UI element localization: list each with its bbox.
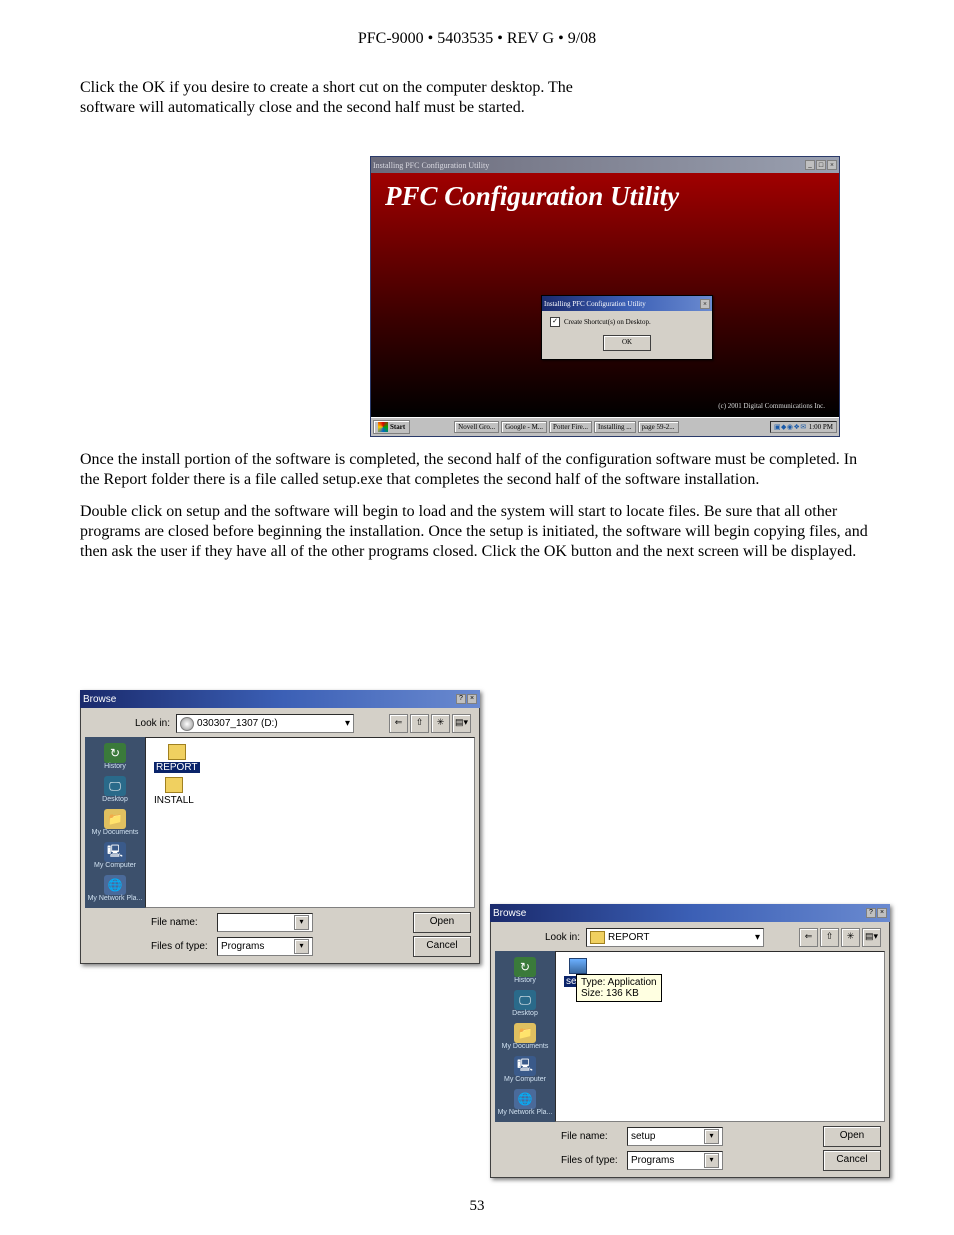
places-bar: ↻History 🖵Desktop 📁My Documents 🖳My Comp… — [85, 737, 145, 908]
new-folder-icon[interactable]: ✳ — [841, 928, 860, 947]
lookin-dropdown[interactable]: 030307_1307 (D:) ▾ — [176, 714, 354, 733]
taskbar: Start Novell Gro... Google - M... Potter… — [371, 417, 839, 436]
inner-dialog-titlebar: Installing PFC Configuration Utility × — [542, 296, 712, 311]
file-tooltip: Type: Application Size: 136 KB — [576, 974, 662, 1002]
back-icon[interactable]: ⇐ — [799, 928, 818, 947]
browse1-title: Browse — [83, 694, 116, 705]
close-icon[interactable]: × — [700, 299, 710, 309]
folder-icon — [168, 744, 186, 760]
filetype-dropdown[interactable]: Programs▾ — [627, 1151, 723, 1170]
inner-dialog: Installing PFC Configuration Utility × ✓… — [541, 295, 713, 360]
tray-icons: ▣◆◉❖✉ — [774, 423, 807, 431]
close-icon[interactable]: × — [827, 160, 837, 170]
filetype-label: Files of type: — [151, 941, 211, 952]
installer-window-title: Installing PFC Configuration Utility — [373, 161, 489, 170]
chevron-down-icon[interactable]: ▾ — [294, 915, 309, 930]
system-tray: ▣◆◉❖✉ 1:00 PM — [770, 421, 837, 433]
start-button[interactable]: Start — [373, 420, 410, 434]
place-history[interactable]: ↻History — [85, 741, 145, 772]
file-list-area[interactable]: setup Type: Application Size: 136 KB — [555, 951, 885, 1122]
paragraph-3: Double click on setup and the software w… — [80, 502, 874, 562]
ok-button[interactable]: OK — [603, 335, 651, 351]
folder-report[interactable]: REPORT — [150, 742, 204, 775]
screenshot-installer: Installing PFC Configuration Utility _ □… — [370, 156, 840, 437]
taskbar-item[interactable]: page 59-2... — [638, 421, 679, 433]
page-number: 53 — [0, 1198, 954, 1215]
copyright-text: (c) 2001 Digital Communications Inc. — [385, 402, 825, 410]
filetype-label: Files of type: — [561, 1155, 621, 1166]
help-icon[interactable]: ? — [866, 908, 876, 918]
taskbar-item[interactable]: Google - M... — [501, 421, 547, 433]
cancel-button[interactable]: Cancel — [413, 936, 471, 957]
help-icon[interactable]: ? — [456, 694, 466, 704]
views-icon[interactable]: ▤▾ — [452, 714, 471, 733]
screenshot-browse-cd: Browse ? × Look in: 030307_1307 (D:) ▾ ⇐… — [80, 690, 480, 964]
lookin-dropdown[interactable]: REPORT ▾ — [586, 928, 764, 947]
up-one-level-icon[interactable]: ⇧ — [820, 928, 839, 947]
taskbar-item[interactable]: Potter Fire... — [549, 421, 592, 433]
chevron-down-icon[interactable]: ▾ — [704, 1153, 719, 1168]
places-bar: ↻History 🖵Desktop 📁My Documents 🖳My Comp… — [495, 951, 555, 1122]
close-icon[interactable]: × — [467, 694, 477, 704]
shortcut-checkbox-label: Create Shortcut(s) on Desktop. — [564, 318, 651, 326]
views-icon[interactable]: ▤▾ — [862, 928, 881, 947]
shortcut-checkbox[interactable]: ✓ — [550, 317, 560, 327]
place-mynetwork[interactable]: 🌐My Network Pla... — [85, 873, 145, 904]
filename-label: File name: — [561, 1131, 621, 1142]
lookin-value: 030307_1307 (D:) — [197, 718, 278, 729]
open-button[interactable]: Open — [823, 1126, 881, 1147]
taskbar-item[interactable]: Installing ... — [594, 421, 635, 433]
filename-label: File name: — [151, 917, 211, 928]
folder-icon — [590, 931, 605, 944]
application-icon — [569, 958, 587, 974]
place-mycomputer[interactable]: 🖳My Computer — [85, 840, 145, 871]
cancel-button[interactable]: Cancel — [823, 1150, 881, 1171]
browse1-titlebar: Browse ? × — [80, 690, 480, 708]
taskbar-item[interactable]: Novell Gro... — [454, 421, 499, 433]
up-one-level-icon[interactable]: ⇧ — [410, 714, 429, 733]
place-desktop[interactable]: 🖵Desktop — [495, 988, 555, 1019]
inner-dialog-title: Installing PFC Configuration Utility — [544, 300, 646, 308]
screenshot-browse-report: Browse ? × Look in: REPORT ▾ ⇐ ⇧ ✳ ▤▾ — [490, 904, 890, 1178]
installer-heading: PFC Configuration Utility — [385, 181, 825, 212]
filetype-dropdown[interactable]: Programs▾ — [217, 937, 313, 956]
installer-window-titlebar: Installing PFC Configuration Utility _ □… — [371, 157, 839, 173]
maximize-icon[interactable]: □ — [816, 160, 826, 170]
chevron-down-icon[interactable]: ▾ — [704, 1129, 719, 1144]
minimize-icon[interactable]: _ — [805, 160, 815, 170]
close-icon[interactable]: × — [877, 908, 887, 918]
file-list-area[interactable]: REPORT INSTALL — [145, 737, 475, 908]
folder-install[interactable]: INSTALL — [150, 775, 198, 808]
place-mycomputer[interactable]: 🖳My Computer — [495, 1054, 555, 1085]
chevron-down-icon[interactable]: ▾ — [294, 939, 309, 954]
paragraph-2: Once the install portion of the software… — [80, 450, 874, 490]
folder-icon — [165, 777, 183, 793]
browse2-titlebar: Browse ? × — [490, 904, 890, 922]
new-folder-icon[interactable]: ✳ — [431, 714, 450, 733]
filename-field[interactable]: setup▾ — [627, 1127, 723, 1146]
filename-field[interactable]: ▾ — [217, 913, 313, 932]
windows-logo-icon — [378, 422, 388, 432]
doc-header: PFC-9000 • 5403535 • REV G • 9/08 — [80, 30, 874, 48]
open-button[interactable]: Open — [413, 912, 471, 933]
lookin-value: REPORT — [608, 932, 650, 943]
lookin-label: Look in: — [135, 718, 170, 729]
place-history[interactable]: ↻History — [495, 955, 555, 986]
paragraph-1: Click the OK if you desire to create a s… — [80, 78, 600, 118]
lookin-label: Look in: — [545, 932, 580, 943]
place-mydocuments[interactable]: 📁My Documents — [85, 807, 145, 838]
place-mydocuments[interactable]: 📁My Documents — [495, 1021, 555, 1052]
cd-drive-icon — [180, 717, 194, 731]
browse2-title: Browse — [493, 908, 526, 919]
place-mynetwork[interactable]: 🌐My Network Pla... — [495, 1087, 555, 1118]
place-desktop[interactable]: 🖵Desktop — [85, 774, 145, 805]
taskbar-clock: 1:00 PM — [809, 423, 833, 431]
back-icon[interactable]: ⇐ — [389, 714, 408, 733]
